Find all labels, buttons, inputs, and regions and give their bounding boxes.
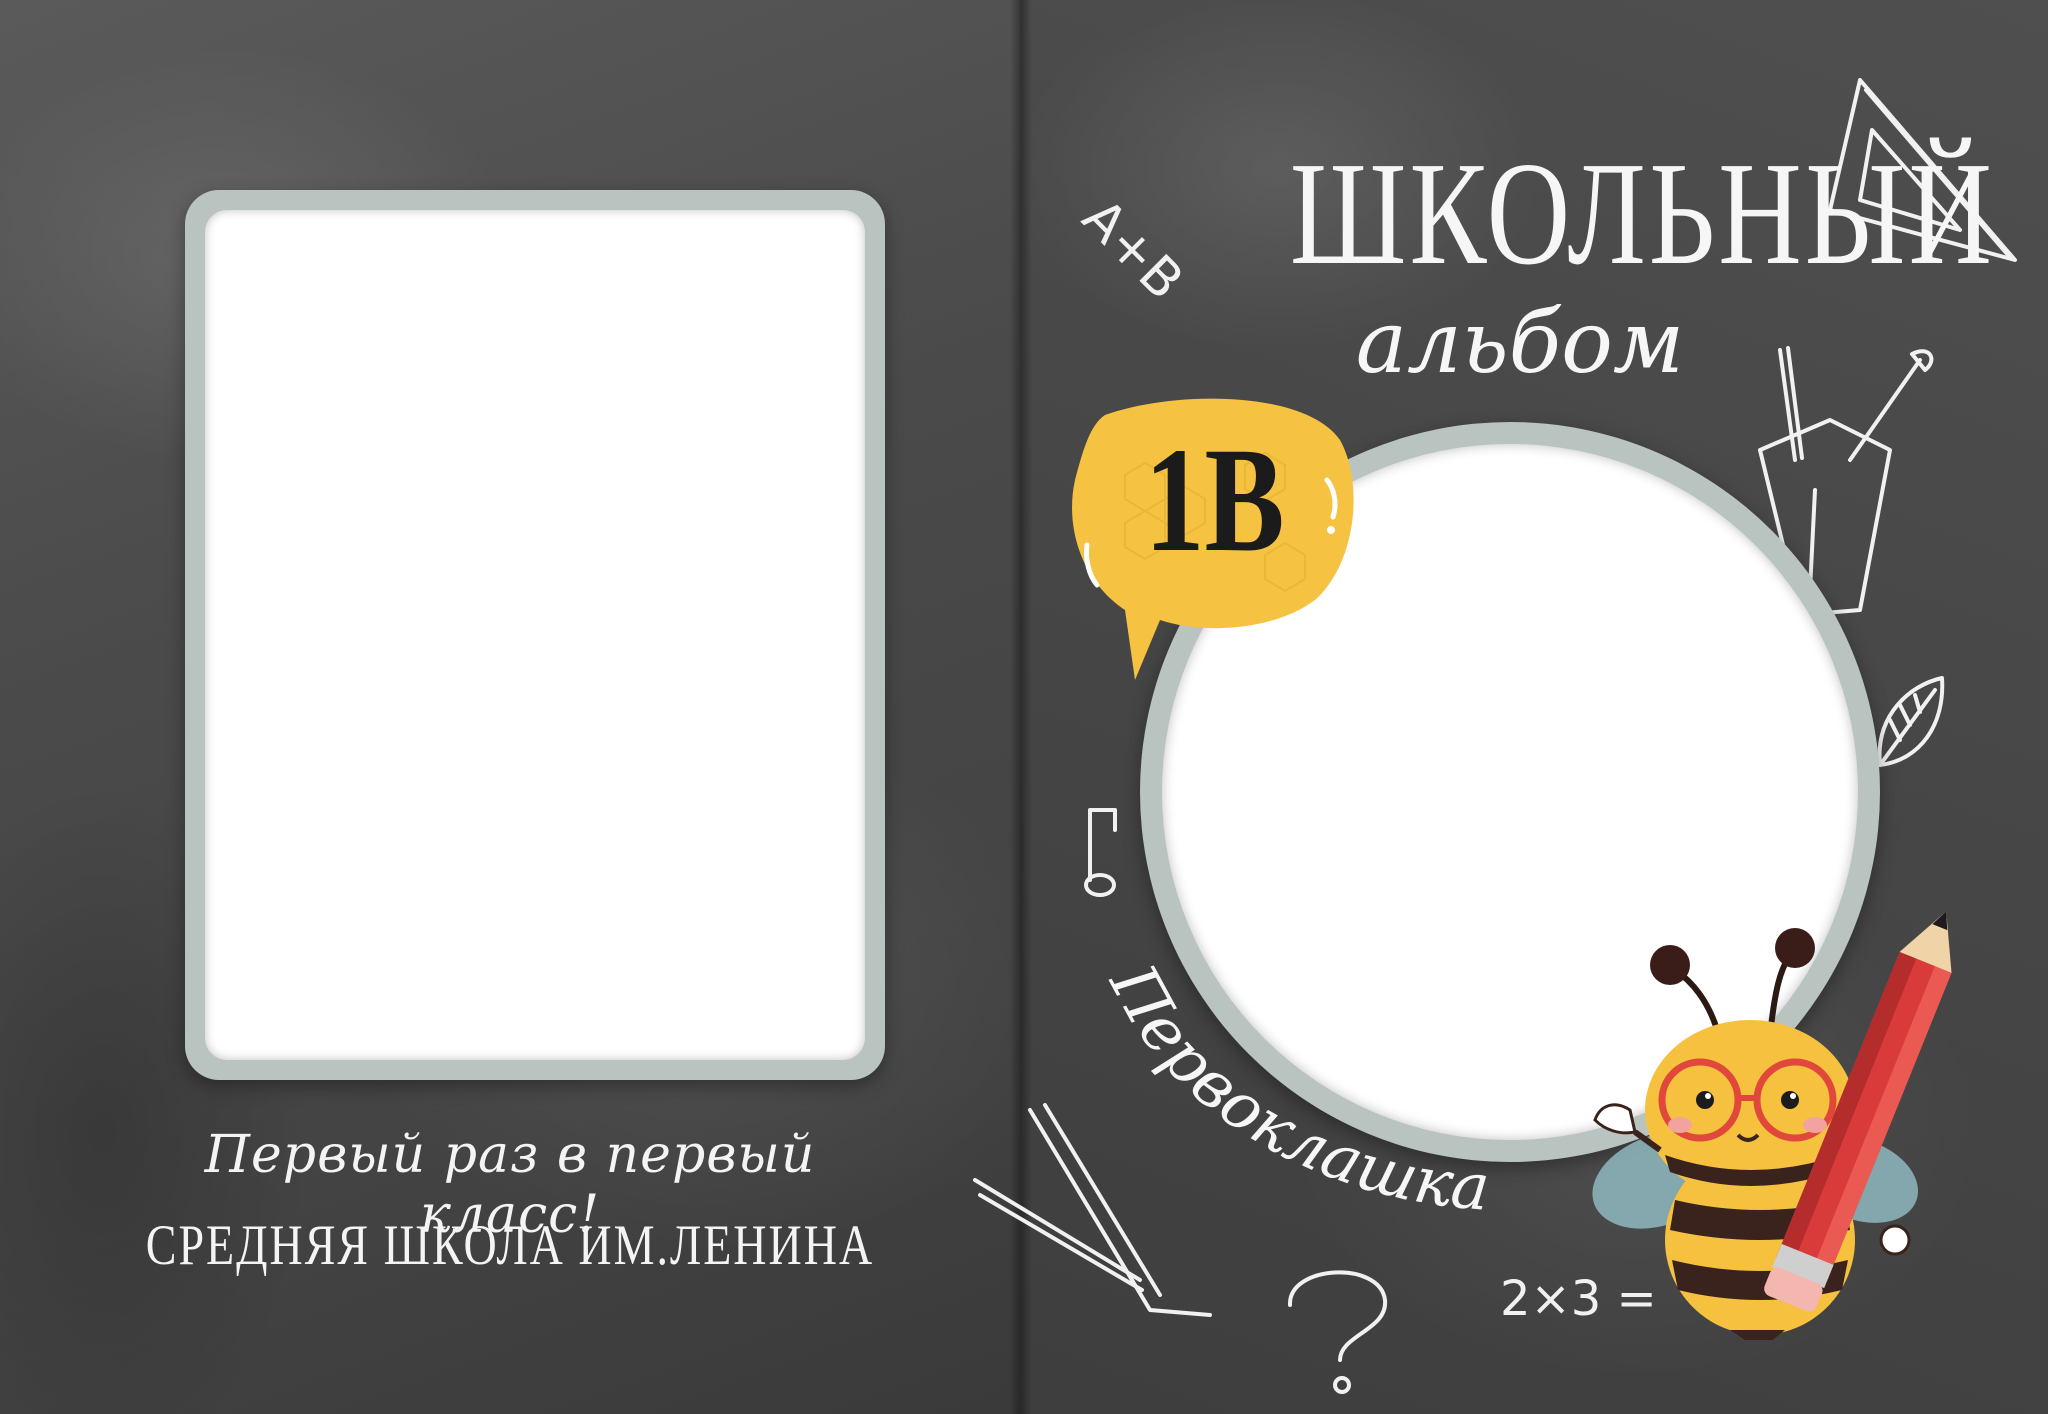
photo-placeholder-rectangular[interactable] (205, 210, 865, 1060)
svg-text:Первоклашка: Первоклашка (1094, 960, 1492, 1226)
music-note-icon (1084, 808, 1117, 897)
class-badge-text: 1В (1144, 417, 1285, 583)
school-name-text: СРЕДНЯЯ ШКОЛА ИМ.ЛЕНИНА (145, 1212, 875, 1277)
album-title: ШКОЛЬНЫЙ (1289, 132, 1996, 296)
bee-mascot-icon (1592, 911, 1952, 1340)
formula-top-text: A+B (1071, 188, 1195, 312)
album-spread: Первый раз в первый класс! СРЕДНЯЯ ШКОЛА… (0, 0, 2048, 1414)
curved-label-text: Первоклашка (1094, 960, 1492, 1226)
curved-label: Первоклашка (1094, 960, 1492, 1226)
album-subtitle: альбом (1355, 293, 1685, 393)
left-page: Первый раз в первый класс! СРЕДНЯЯ ШКОЛА… (0, 0, 1020, 1414)
question-mark-icon (1287, 1270, 1388, 1394)
formula-top-doodle: A+B (1071, 188, 1195, 312)
photo-frame-rectangular (185, 190, 885, 1080)
leaf-icon (1877, 676, 1945, 767)
